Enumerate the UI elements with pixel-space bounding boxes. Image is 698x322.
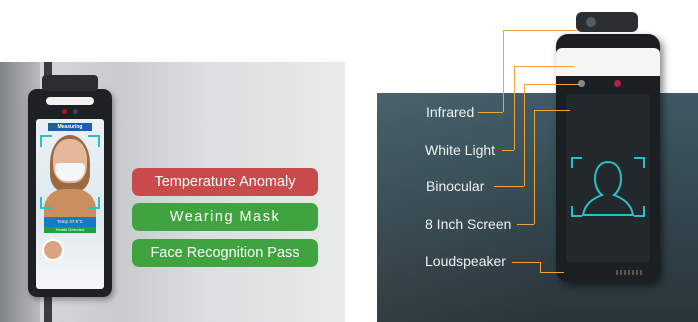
avatar (42, 239, 64, 261)
callout-line (503, 30, 577, 31)
callout-line (478, 112, 503, 113)
callout-line (534, 110, 570, 111)
face-frame-corner (88, 197, 100, 209)
callout-line (540, 272, 564, 273)
callout-line (540, 262, 541, 272)
loudspeaker-grille (616, 270, 642, 275)
camera-module (42, 75, 98, 91)
measuring-banner: Measuring (48, 123, 92, 131)
face-frame-corner (634, 157, 645, 168)
face-recognition-pass-badge: Face Recognition Pass (132, 239, 318, 267)
face-frame-corner (634, 206, 645, 217)
face-frame-corner (88, 135, 100, 147)
callout-line (514, 66, 574, 67)
temperature-readout: Temp 37.5°C (44, 217, 96, 227)
callout-line (524, 84, 525, 186)
callout-line (512, 262, 540, 263)
label-binocular: Binocular (426, 178, 485, 194)
face-recognition-terminal: Measuring Temp 37.5°C Health Detected (28, 75, 112, 297)
head-silhouette (581, 160, 635, 216)
camera-lens (586, 17, 596, 27)
terminal-screen: Measuring Temp 37.5°C Health Detected (36, 119, 104, 289)
callout-line (534, 110, 535, 224)
callout-line (514, 66, 515, 150)
white-light-strip (46, 97, 94, 105)
face-recognition-terminal (556, 12, 660, 282)
label-loudspeaker: Loudspeaker (425, 253, 506, 269)
temperature-anomaly-badge: Temperature Anomaly (132, 168, 318, 196)
face-frame-corner (40, 197, 52, 209)
health-status: Health Detected (44, 227, 96, 233)
face-outline-icon (571, 157, 645, 217)
sensor-lens (62, 109, 67, 114)
face-frame-corner (571, 206, 582, 217)
callout-line (524, 84, 580, 85)
callout-line (517, 224, 534, 225)
label-infrared: Infrared (426, 104, 475, 120)
screen-8-inch (566, 94, 650, 262)
sensor-lens (73, 109, 78, 114)
callout-line (503, 30, 504, 112)
white-light-strip (556, 48, 660, 76)
infrared-lens (614, 80, 621, 87)
label-8-inch-screen: 8 Inch Screen (425, 216, 512, 232)
face-mask (55, 163, 85, 181)
wearing-mask-badge: Wearing Mask (132, 203, 318, 231)
callout-line (502, 150, 514, 151)
face-frame-corner (571, 157, 582, 168)
face-frame-corner (40, 135, 52, 147)
callout-line (494, 186, 524, 187)
label-white-light: White Light (425, 142, 496, 158)
